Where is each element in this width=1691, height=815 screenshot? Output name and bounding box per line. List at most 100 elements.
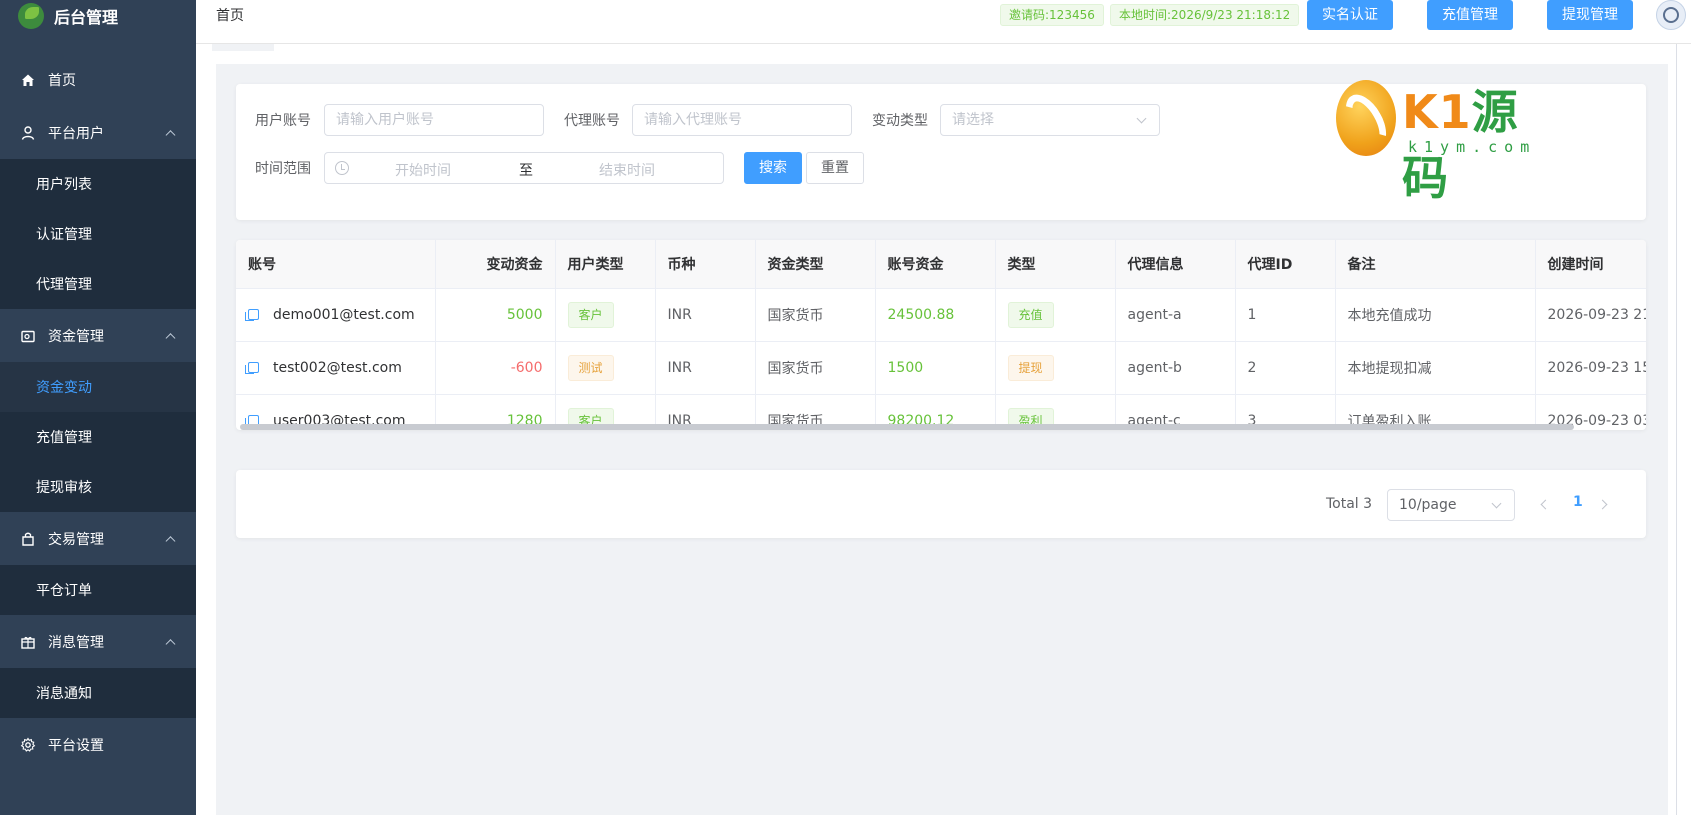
sidebar-item-label: 平台设置 — [48, 737, 104, 754]
sidebar-item-withdraw-review[interactable]: 提现审核 — [0, 462, 196, 512]
column-header: 备注 — [1335, 240, 1536, 289]
agent-account-label: 代理账号 — [564, 113, 620, 129]
change-type-placeholder: 请选择 — [952, 112, 994, 128]
copy-icon[interactable] — [245, 361, 259, 374]
search-button[interactable]: 搜索 — [744, 152, 802, 184]
clock-icon — [335, 161, 349, 175]
sidebar-item-notifications[interactable]: 消息通知 — [0, 668, 196, 718]
table-horizontal-scrollbar[interactable] — [240, 424, 1574, 430]
balance-cell: 1500 — [875, 341, 996, 395]
date-range-picker[interactable]: 开始时间 至 结束时间 — [324, 152, 724, 184]
column-header: 类型 — [995, 240, 1116, 289]
type-tag: 充值 — [1007, 301, 1054, 328]
change-type-label: 变动类型 — [872, 113, 928, 129]
currency-cell: INR — [655, 341, 756, 395]
table-row: test002@test.com -600 测试 INR 国家货币 1500 提… — [236, 341, 1646, 395]
withdraw-management-button[interactable]: 提现管理 — [1547, 0, 1633, 30]
fund-type-cell: 国家货币 — [755, 341, 876, 395]
account-cell: test002@test.com — [236, 341, 436, 395]
balance-cell: 24500.88 — [875, 288, 996, 342]
column-header: 创建时间 — [1535, 240, 1646, 289]
column-header: 账号资金 — [875, 240, 996, 289]
fund-change-table: 账号 变动资金 用户类型 币种 资金类型 账号资金 类型 代理信息 代理ID 备… — [236, 240, 1646, 430]
home-icon — [20, 72, 36, 88]
main-content: 用户账号 代理账号 变动类型 请选择 时间范围 开始时间 至 结束时间 搜索 重… — [216, 64, 1668, 815]
range-separator: 至 — [519, 163, 533, 179]
chevron-down-icon — [1136, 113, 1147, 124]
sidebar-item-label: 平台用户 — [48, 125, 104, 142]
chevron-up-icon — [165, 332, 176, 343]
page-number[interactable]: 1 — [1573, 494, 1583, 510]
account-cell: demo001@test.com — [236, 288, 436, 342]
column-header: 代理ID — [1235, 240, 1336, 289]
sidebar-item-label: 交易管理 — [48, 531, 104, 548]
start-time-input[interactable]: 开始时间 — [395, 160, 451, 180]
remark-cell: 本地充值成功 — [1335, 288, 1536, 342]
agent-id-cell: 2 — [1235, 341, 1336, 395]
pagination: Total 3 10/page 1 — [236, 470, 1646, 538]
type-tag: 提现 — [1007, 354, 1054, 381]
invite-code-badge: 邀请码:123456 — [1000, 4, 1104, 26]
sidebar-item-messages[interactable]: 消息管理 — [0, 615, 196, 668]
column-header: 变动资金 — [435, 240, 556, 289]
page-size-select[interactable]: 10/page — [1387, 489, 1515, 521]
sidebar-item-closed-orders[interactable]: 平仓订单 — [0, 565, 196, 615]
top-header: 首页 邀请码:123456 本地时间:2026/9/23 21:18:12 实名… — [196, 0, 1691, 44]
trade-icon — [20, 531, 36, 547]
brand-title: 后台管理 — [54, 8, 119, 27]
window-right-border — [1676, 44, 1677, 815]
user-account-label: 用户账号 — [255, 113, 311, 129]
recharge-management-button[interactable]: 充值管理 — [1427, 0, 1513, 30]
chevron-down-icon — [1491, 498, 1502, 509]
sidebar-item-verification[interactable]: 认证管理 — [0, 209, 196, 259]
next-page-icon[interactable] — [1597, 499, 1608, 510]
avatar[interactable] — [1656, 0, 1686, 30]
watermark-logo: K1源码 k1ym.com — [1336, 76, 1546, 205]
copy-icon[interactable] — [245, 308, 259, 321]
filter-panel: 用户账号 代理账号 变动类型 请选择 时间范围 开始时间 至 结束时间 搜索 重… — [236, 80, 1646, 220]
change-type-select[interactable]: 请选择 — [940, 104, 1160, 136]
watermark-circle-icon — [1336, 80, 1396, 156]
reset-button[interactable]: 重置 — [806, 152, 864, 184]
leaf-logo-icon — [18, 3, 44, 29]
sidebar-item-user-list[interactable]: 用户列表 — [0, 159, 196, 209]
local-time-badge: 本地时间:2026/9/23 21:18:12 — [1110, 4, 1300, 26]
table-row: demo001@test.com 5000 客户 INR 国家货币 24500.… — [236, 288, 1646, 342]
amount-cell: -600 — [435, 341, 556, 395]
sidebar: 后台管理 首页 平台用户 用户列表 认证管理 代理管理 资金管理 资金变动 充值… — [0, 0, 196, 815]
chevron-up-icon — [165, 129, 176, 140]
sidebar-item-settings[interactable]: 平台设置 — [0, 718, 196, 771]
sidebar-item-agents[interactable]: 代理管理 — [0, 259, 196, 309]
gear-icon — [20, 737, 36, 753]
sidebar-item-recharge[interactable]: 充值管理 — [0, 412, 196, 462]
data-table: 账号 变动资金 用户类型 币种 资金类型 账号资金 类型 代理信息 代理ID 备… — [236, 240, 1646, 430]
prev-page-icon[interactable] — [1540, 499, 1551, 510]
pagination-total: Total 3 — [1326, 496, 1373, 512]
user-type-cell: 测试 — [555, 341, 656, 395]
verify-identity-button[interactable]: 实名认证 — [1307, 0, 1393, 30]
table-header-row: 账号 变动资金 用户类型 币种 资金类型 账号资金 类型 代理信息 代理ID 备… — [236, 240, 1646, 289]
watermark-subtext: k1ym.com — [1408, 138, 1537, 156]
currency-cell: INR — [655, 288, 756, 342]
wallet-icon — [20, 328, 36, 344]
sidebar-item-home[interactable]: 首页 — [0, 53, 196, 106]
user-type-cell: 客户 — [555, 288, 656, 342]
sidebar-item-funds[interactable]: 资金管理 — [0, 309, 196, 362]
sidebar-item-fund-changes[interactable]: 资金变动 — [0, 362, 196, 412]
sidebar-item-label: 资金管理 — [48, 328, 104, 345]
remark-cell: 本地提现扣减 — [1335, 341, 1536, 395]
created-cell: 2026-09-23 21 — [1535, 288, 1646, 342]
sidebar-item-trading[interactable]: 交易管理 — [0, 512, 196, 565]
end-time-input[interactable]: 结束时间 — [599, 160, 655, 180]
chevron-up-icon — [165, 535, 176, 546]
user-type-tag: 测试 — [567, 354, 614, 381]
sidebar-item-platform-users[interactable]: 平台用户 — [0, 106, 196, 159]
sidebar-menu: 首页 平台用户 用户列表 认证管理 代理管理 资金管理 资金变动 充值管理 提现… — [0, 53, 196, 771]
agent-cell: agent-a — [1115, 288, 1236, 342]
breadcrumb[interactable]: 首页 — [216, 5, 244, 25]
fund-type-cell: 国家货币 — [755, 288, 876, 342]
type-cell: 提现 — [995, 341, 1116, 395]
user-account-input[interactable] — [324, 104, 544, 136]
agent-account-input[interactable] — [632, 104, 852, 136]
column-header: 账号 — [236, 240, 436, 289]
